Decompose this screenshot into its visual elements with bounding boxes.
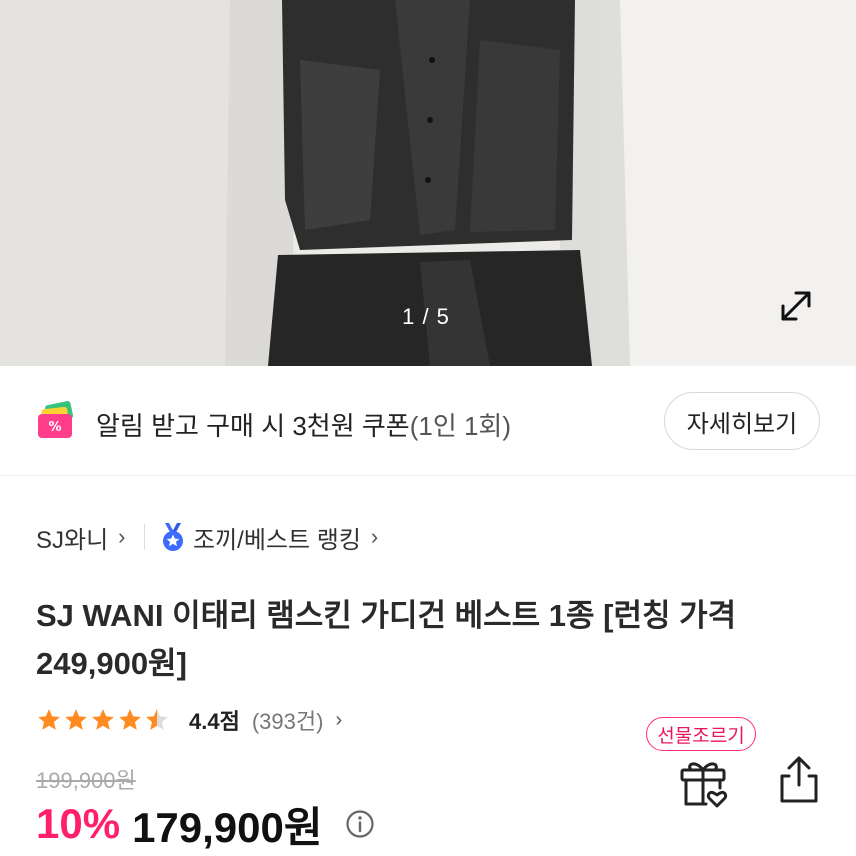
svg-text:%: %: [48, 420, 61, 435]
brand-link[interactable]: SJ와니 ›: [36, 520, 126, 555]
star-full-icon: [38, 709, 60, 730]
ranking-label: 조끼/베스트 랭킹: [193, 526, 361, 554]
discount-rate: 10%: [36, 800, 121, 847]
original-price: 199,900원: [36, 768, 136, 793]
rating-summary[interactable]: 4.4점 (393건) ›: [36, 704, 342, 736]
brand-name: SJ와니: [36, 526, 109, 554]
product-image-carousel[interactable]: 1 / 5: [0, 0, 856, 366]
info-icon[interactable]: [345, 809, 375, 839]
sale-price: 179,900원: [132, 803, 323, 851]
price-row: 10% 179,900원: [36, 796, 375, 852]
star-half-icon: [146, 709, 168, 730]
chevron-right-icon: ›: [335, 708, 343, 731]
ranking-medal-icon: [163, 523, 183, 551]
chevron-right-icon: ›: [370, 524, 379, 549]
coupon-detail-button[interactable]: 자세히보기: [664, 392, 820, 450]
breadcrumb-divider: [143, 524, 145, 550]
star-full-icon: [119, 709, 141, 730]
rating-score: 4.4점: [189, 709, 240, 734]
share-icon[interactable]: [774, 754, 824, 806]
image-counter: 1 / 5: [402, 304, 450, 329]
breadcrumb: SJ와니 › 조끼/베스트 랭킹 ›: [36, 520, 378, 555]
ranking-link[interactable]: 조끼/베스트 랭킹 ›: [159, 520, 378, 555]
gift-request-badge: 선물조르기: [646, 717, 756, 751]
star-rating: [36, 707, 171, 733]
product-title: SJ WANI 이태리 램스킨 가디건 베스트 1종 [런칭 가격 249,90…: [36, 598, 737, 681]
review-count: (393건): [251, 709, 324, 734]
expand-arrows-icon[interactable]: [774, 284, 818, 328]
star-full-icon: [92, 709, 114, 730]
chevron-right-icon: ›: [118, 524, 126, 549]
gift-heart-icon[interactable]: [676, 756, 730, 810]
coupon-text-limit: (1인 1회): [409, 411, 512, 441]
star-full-icon: [65, 709, 87, 730]
coupon-text-main: 알림 받고 구매 시 3천원 쿠폰: [96, 411, 410, 441]
coupon-ticket-icon: %: [38, 401, 74, 438]
coupon-text: 알림 받고 구매 시 3천원 쿠폰(1인 1회): [96, 406, 511, 443]
